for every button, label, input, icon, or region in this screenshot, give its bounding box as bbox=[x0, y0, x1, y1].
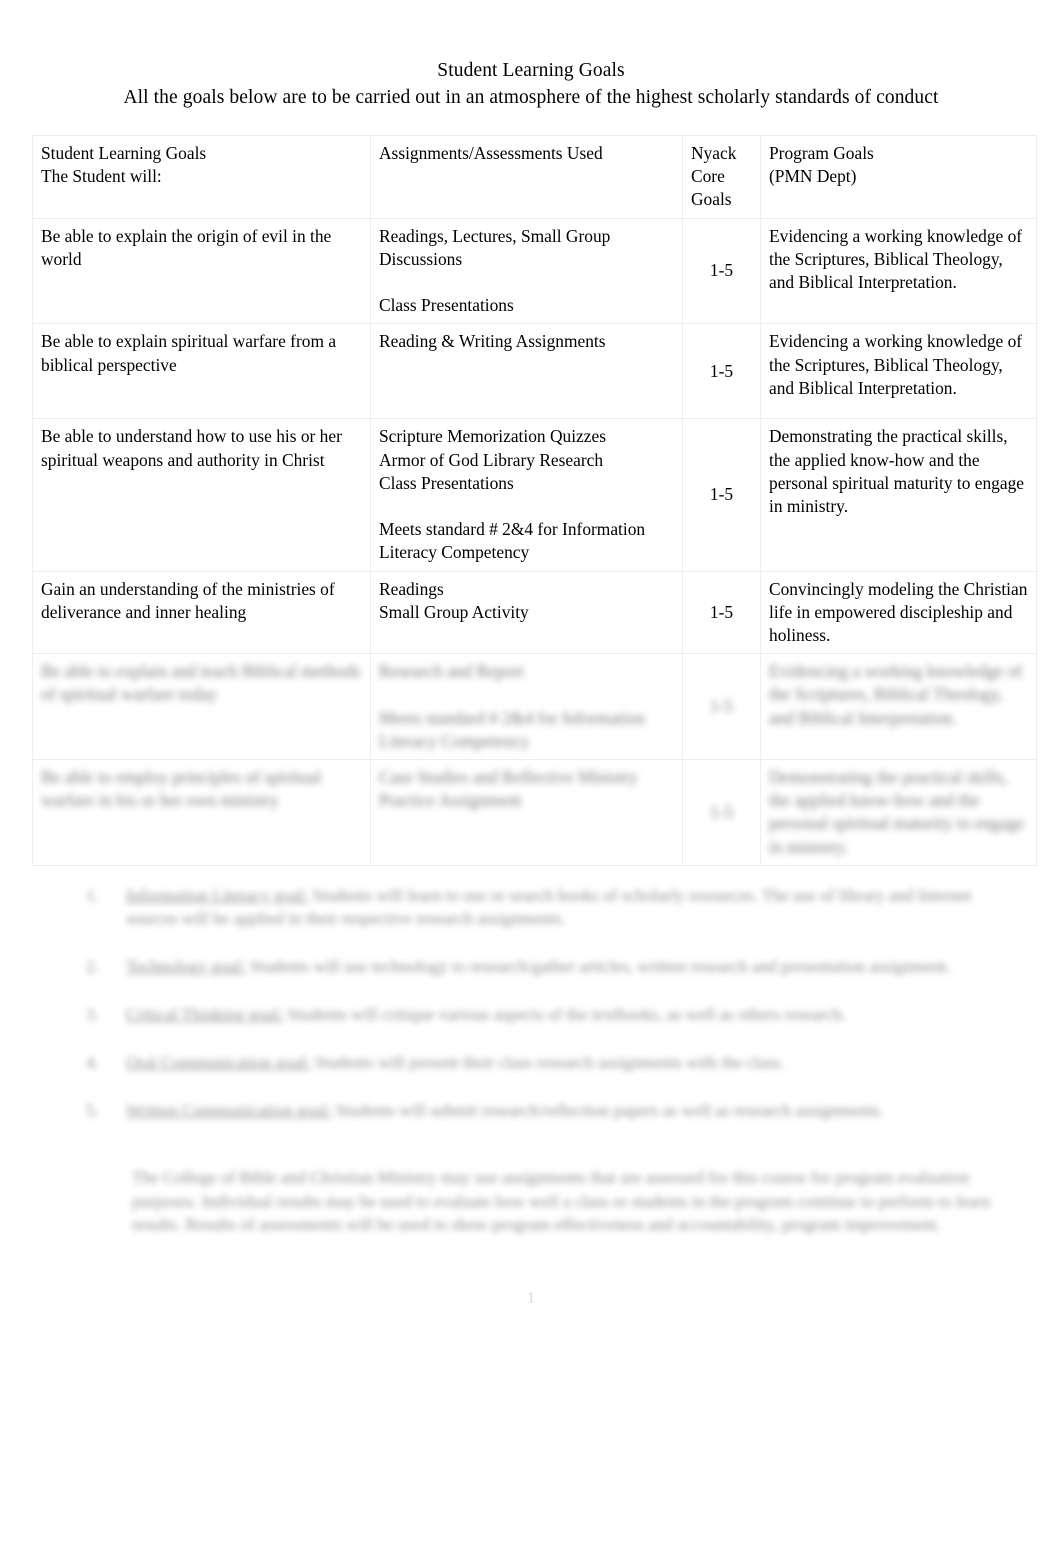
list-item-number: 1. bbox=[86, 886, 99, 905]
cell-program-goals: Demonstrating the practical skills, the … bbox=[760, 759, 1037, 866]
header-core-line2: Core bbox=[691, 166, 725, 187]
page-title: Student Learning Goals bbox=[437, 60, 625, 81]
header-core-line3: Goals bbox=[691, 189, 732, 210]
document-heading: Student Learning Goals All the goals bel… bbox=[0, 58, 1062, 112]
cell-core-goals: 1-5 bbox=[682, 418, 761, 572]
assignment-line: Discussions bbox=[379, 248, 463, 269]
list-item-text: Oral Communication goal: Students will p… bbox=[126, 1051, 1016, 1074]
header-student-learning-goals: Student Learning Goals The Student will: bbox=[32, 135, 371, 219]
list-item-number: 3. bbox=[86, 1005, 99, 1024]
list-item-text: Technology goal: Students will use techn… bbox=[126, 955, 1016, 978]
cell-assignments: Research and Report Meets standard # 2&4… bbox=[370, 653, 683, 761]
assignment-spacer bbox=[379, 683, 674, 706]
assignment-spacer bbox=[379, 271, 674, 294]
assignment-line: Literacy Competency bbox=[379, 542, 530, 563]
list-item: 4. Oral Communication goal: Students wil… bbox=[86, 1051, 1016, 1074]
assignment-line: Small Group Activity bbox=[379, 601, 529, 622]
closing-paragraph: The College of Bible and Christian Minis… bbox=[132, 1168, 991, 1234]
list-item-text: Written Communication goal: Students wil… bbox=[126, 1099, 1016, 1122]
cell-goal: Be able to understand how to use his or … bbox=[32, 418, 371, 572]
list-item-term: Written Communication goal: bbox=[126, 1101, 332, 1120]
list-item-body: Students will critique various aspects o… bbox=[287, 1005, 846, 1024]
table-row: Be able to explain spiritual warfare fro… bbox=[32, 323, 1037, 420]
list-item-term: Technology goal: bbox=[126, 957, 246, 976]
cell-program-goals: Convincingly modeling the Christian life… bbox=[760, 570, 1037, 655]
cell-core-goals: 1-5 bbox=[682, 217, 761, 325]
table-row: Be able to explain and teach Biblical me… bbox=[32, 653, 1037, 761]
cell-core-goals: 1-5 bbox=[682, 570, 761, 655]
list-item-number: 5. bbox=[86, 1101, 99, 1120]
student-learning-goals-table: Student Learning Goals The Student will:… bbox=[32, 135, 1037, 866]
table-row: Be able to employ principles of spiritua… bbox=[32, 759, 1037, 866]
table-row: Gain an understanding of the ministries … bbox=[32, 570, 1037, 655]
cell-assignments: Reading & Writing Assignments bbox=[370, 323, 683, 420]
cell-assignments: Readings, Lectures, Small Group Discussi… bbox=[370, 217, 683, 325]
assignment-line: Armor of God Library Research bbox=[379, 449, 604, 470]
assignment-line: Meets standard # 2&4 for Information bbox=[379, 519, 646, 540]
list-item-number: 2. bbox=[86, 957, 99, 976]
list-item-number: 4. bbox=[86, 1053, 99, 1072]
page-number: 1 bbox=[527, 1290, 535, 1307]
list-item-text: Critical Thinking goal: Students will cr… bbox=[126, 1003, 1016, 1026]
cell-core-goals: 1-5 bbox=[682, 653, 761, 761]
cell-program-goals: Demonstrating the practical skills, the … bbox=[760, 418, 1037, 572]
assignment-line: Meets standard # 2&4 for Information Lit… bbox=[379, 707, 646, 751]
list-item: 2. Technology goal: Students will use te… bbox=[86, 955, 1016, 978]
header-program-line2: (PMN Dept) bbox=[769, 166, 857, 187]
page-subtitle: All the goals below are to be carried ou… bbox=[123, 87, 939, 108]
core-goals-list: 1. Information Literacy goal: Students w… bbox=[86, 884, 1016, 1147]
header-program-goals: Program Goals (PMN Dept) bbox=[760, 135, 1037, 219]
cell-goal: Be able to explain and teach Biblical me… bbox=[32, 653, 371, 761]
table-row: Be able to explain the origin of evil in… bbox=[32, 217, 1037, 325]
assignment-line: Reading & Writing Assignments bbox=[379, 331, 606, 352]
document-page: Student Learning Goals All the goals bel… bbox=[0, 0, 1062, 1561]
assignment-line: Readings bbox=[379, 578, 444, 599]
cell-assignments: Readings Small Group Activity bbox=[370, 570, 683, 655]
cell-core-goals: 1-5 bbox=[682, 759, 761, 866]
list-item-body: Students will present their class resear… bbox=[314, 1053, 785, 1072]
table-row: Be able to understand how to use his or … bbox=[32, 418, 1037, 572]
list-item-text: Information Literacy goal: Students will… bbox=[126, 884, 1016, 930]
cell-goal: Be able to explain spiritual warfare fro… bbox=[32, 323, 371, 420]
list-item-term: Information Literacy goal: bbox=[126, 886, 309, 905]
header-assignments-line1: Assignments/Assessments Used bbox=[379, 143, 603, 163]
assignment-line: Scripture Memorization Quizzes bbox=[379, 426, 606, 447]
header-slg-line2: The Student will: bbox=[41, 166, 162, 187]
cell-program-goals: Evidencing a working knowledge of the Sc… bbox=[760, 653, 1037, 761]
assignment-line: Research and Report bbox=[379, 661, 524, 682]
header-nyack-core-goals: Nyack Core Goals bbox=[682, 135, 761, 219]
cell-program-goals: Evidencing a working knowledge of the Sc… bbox=[760, 323, 1037, 420]
list-item-body: Students will use technology to research… bbox=[249, 957, 951, 976]
cell-goal: Gain an understanding of the ministries … bbox=[32, 570, 371, 655]
cell-assignments: Scripture Memorization Quizzes Armor of … bbox=[370, 418, 683, 572]
header-program-line1: Program Goals bbox=[769, 143, 874, 163]
cell-core-goals: 1-5 bbox=[682, 323, 761, 420]
table-header: Student Learning Goals The Student will:… bbox=[32, 135, 1037, 219]
cell-goal: Be able to explain the origin of evil in… bbox=[32, 217, 371, 325]
cell-goal: Be able to employ principles of spiritua… bbox=[32, 759, 371, 866]
header-assignments-assessments: Assignments/Assessments Used bbox=[370, 135, 683, 219]
assignment-line: Readings, Lectures, Small Group bbox=[379, 225, 611, 246]
assignment-line: Case Studies and Reflective Ministry bbox=[379, 767, 638, 788]
list-item: 1. Information Literacy goal: Students w… bbox=[86, 884, 1016, 930]
table-header-row: Student Learning Goals The Student will:… bbox=[32, 135, 1037, 219]
assignment-line: Class Presentations bbox=[379, 295, 514, 316]
list-item-term: Oral Communication goal: bbox=[126, 1053, 311, 1072]
header-slg-line1: Student Learning Goals bbox=[41, 143, 207, 163]
assignment-line: Practice Assignment bbox=[379, 790, 522, 811]
list-item: 5. Written Communication goal: Students … bbox=[86, 1099, 1016, 1122]
assignment-line: Class Presentations bbox=[379, 472, 514, 493]
header-core-line1: Nyack bbox=[691, 143, 737, 163]
list-item-term: Critical Thinking goal: bbox=[126, 1005, 284, 1024]
assignment-spacer bbox=[379, 495, 674, 518]
list-item-body: Students will submit research/reflection… bbox=[335, 1101, 884, 1120]
cell-assignments: Case Studies and Reflective Ministry Pra… bbox=[370, 759, 683, 866]
cell-program-goals: Evidencing a working knowledge of the Sc… bbox=[760, 217, 1037, 325]
table-body: Be able to explain the origin of evil in… bbox=[32, 217, 1037, 866]
list-item: 3. Critical Thinking goal: Students will… bbox=[86, 1003, 1016, 1026]
